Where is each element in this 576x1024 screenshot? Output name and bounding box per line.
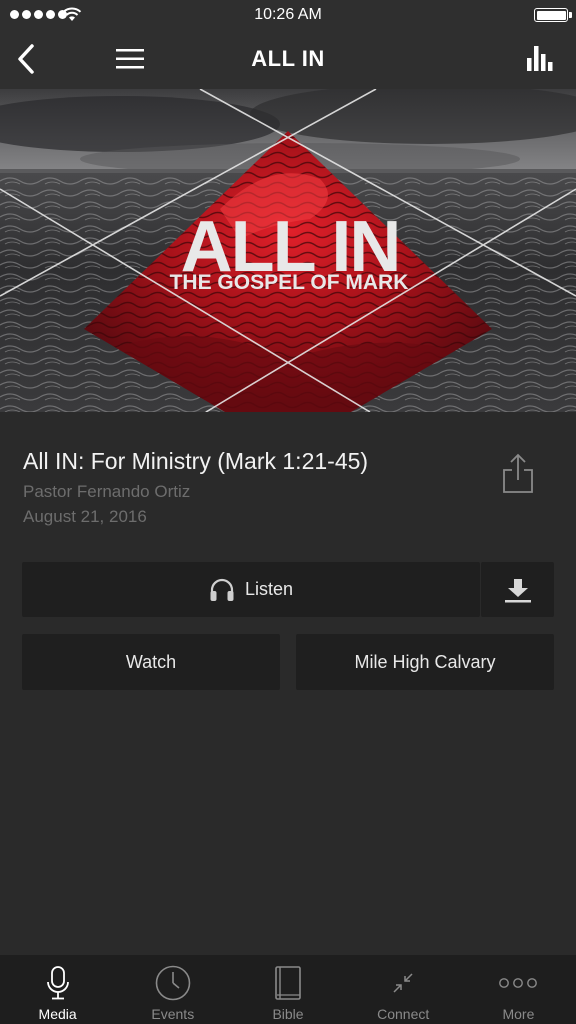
chevron-left-icon[interactable] [12, 42, 44, 76]
compress-arrows-icon [393, 973, 413, 993]
mile-high-calvary-button[interactable]: Mile High Calvary [296, 634, 554, 690]
download-button[interactable] [481, 562, 554, 617]
tab-label: Media [38, 1006, 77, 1022]
clock-icon [155, 965, 191, 1001]
page-title: ALL IN [251, 46, 325, 71]
tab-bar: Media Events Bible Connect More [0, 955, 576, 1024]
navigation-bar: ALL IN [0, 30, 576, 89]
headphones-icon [210, 578, 234, 601]
tab-bible[interactable]: Bible [230, 955, 345, 1024]
listen-label: Listen [244, 579, 294, 599]
share-icon[interactable] [500, 452, 536, 494]
tab-label: Events [151, 1006, 195, 1022]
tab-label: Bible [272, 1006, 304, 1022]
more-dots-icon [499, 978, 538, 988]
tab-connect[interactable]: Connect [346, 955, 461, 1024]
tab-label: More [502, 1006, 535, 1022]
sermon-info: All IN: For Ministry (Mark 1:21-45) Past… [0, 412, 576, 542]
bar-chart-icon[interactable] [526, 44, 556, 72]
sermon-date: August 21, 2016 [23, 507, 147, 526]
tab-more[interactable]: More [461, 955, 576, 1024]
book-icon [275, 966, 301, 1000]
series-artwork: ALL IN THE GOSPEL OF MARK [0, 89, 576, 412]
hamburger-menu-icon[interactable] [114, 46, 146, 72]
status-time: 10:26 AM [254, 6, 322, 23]
watch-button[interactable]: Watch [22, 634, 280, 690]
download-icon [504, 578, 531, 602]
artwork-subheadline: THE GOSPEL OF MARK [170, 271, 409, 294]
tab-label: Connect [377, 1006, 430, 1022]
tab-media[interactable]: Media [0, 955, 115, 1024]
microphone-icon [46, 966, 69, 1000]
tab-events[interactable]: Events [115, 955, 230, 1024]
status-bar: 10:26 AM [0, 0, 576, 30]
sermon-title: All IN: For Ministry (Mark 1:21-45) [23, 448, 369, 474]
sermon-speaker: Pastor Fernando Ortiz [23, 482, 191, 501]
battery-icon [534, 8, 572, 22]
listen-button[interactable]: Listen [22, 562, 480, 617]
